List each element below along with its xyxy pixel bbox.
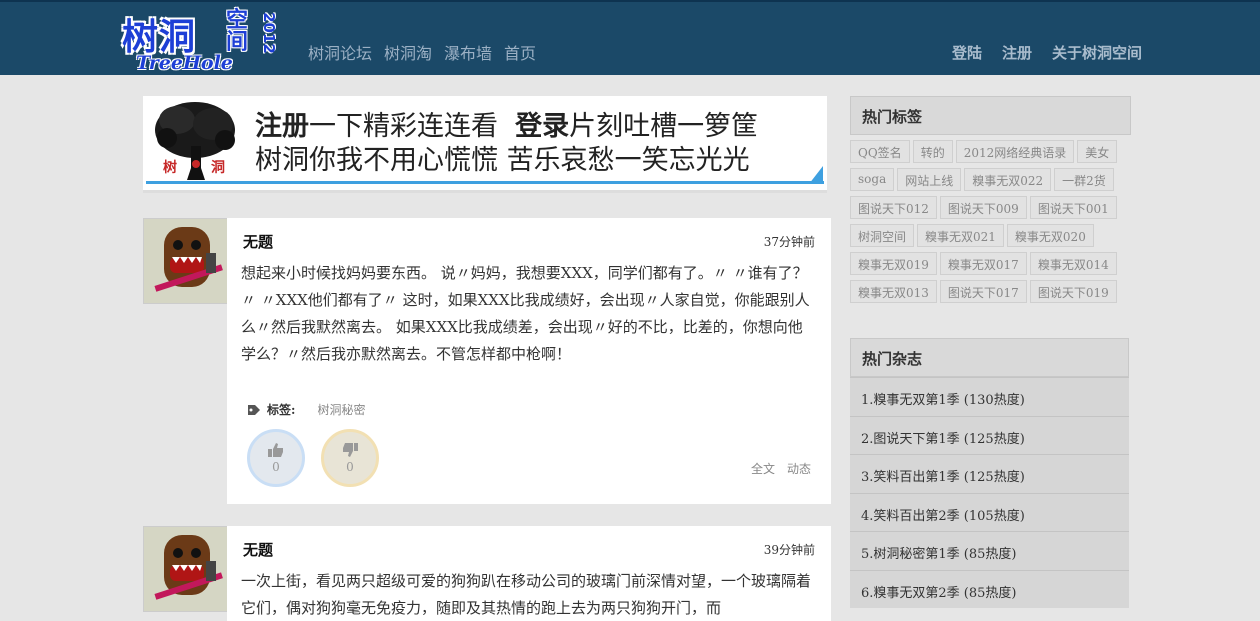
logo-kong-text: 空间 <box>226 8 249 55</box>
hot-tag[interactable]: QQ签名 <box>850 140 910 163</box>
about-link[interactable]: 关于树洞空间 <box>1052 42 1142 63</box>
avatar-domo-icon <box>144 527 228 611</box>
post-title[interactable]: 无题 <box>243 231 273 252</box>
tag-icon <box>248 404 260 415</box>
magazine-item[interactable]: 2.图说天下第1季 (125热度) <box>850 415 1129 455</box>
tag-link[interactable]: 树洞秘密 <box>317 401 365 418</box>
user-avatar[interactable] <box>143 526 229 612</box>
magazine-item[interactable]: 5.树洞秘密第1季 (85热度) <box>850 531 1129 570</box>
hot-tag[interactable]: 一群2货 <box>1054 168 1114 191</box>
magazine-item[interactable]: 3.笑料百出第1季 (125热度) <box>850 454 1129 493</box>
top-header: 树洞 空间 2012 TreeHole 树洞论坛 树洞淘 瀑布墙 首页 登陆 注… <box>0 0 1260 75</box>
tag-label: 标签: <box>267 403 296 417</box>
hot-tag[interactable]: 树洞空间 <box>850 224 915 247</box>
hot-tag[interactable]: 糗事无双020 <box>1006 224 1094 247</box>
hot-tag[interactable]: 糗事无双019 <box>850 252 937 275</box>
hot-tag[interactable]: 糗事无双017 <box>939 252 1027 275</box>
logo-english-text: TreeHole <box>136 52 233 74</box>
post-item: 无题 39分钟前 一次上街，看见两只超级可爱的狗狗趴在移动公司的玻璃门前深情对望… <box>143 526 831 621</box>
tree-illustration: 树 洞 <box>155 102 235 180</box>
hot-tag[interactable]: 图说天下017 <box>939 280 1027 303</box>
banner-line-2: 树洞你我不用心慌慌 苦乐哀愁一笑忘光光 <box>255 145 750 176</box>
magazine-item[interactable]: 4.笑料百出第2季 (105热度) <box>850 492 1129 532</box>
hot-tag[interactable]: 糗事无双014 <box>1029 252 1117 275</box>
magazine-item[interactable]: 6.糗事无双第2季 (85热度) <box>850 569 1129 609</box>
post-actions: 全文 动态 <box>751 460 811 477</box>
site-logo[interactable]: 树洞 空间 2012 TreeHole <box>120 8 278 75</box>
tree-label-right: 洞 <box>211 160 225 176</box>
nav-home[interactable]: 首页 <box>504 40 536 64</box>
logo-year-text: 2012 <box>259 12 278 54</box>
account-nav: 登陆 注册 关于树洞空间 <box>952 42 1142 63</box>
hot-tag[interactable]: 转的 <box>912 140 953 163</box>
banner-stripe <box>146 181 824 184</box>
downvote-count: 0 <box>346 460 354 474</box>
avatar-domo-icon <box>144 219 228 303</box>
post-body: 一次上街，看见两只超级可爱的狗狗趴在移动公司的玻璃门前深情对望，一个玻璃隔着它们… <box>241 572 812 617</box>
upvote-count: 0 <box>272 460 280 474</box>
register-link[interactable]: 注册 <box>1002 42 1032 63</box>
hot-tag[interactable]: 图说天下019 <box>1029 280 1117 303</box>
magazine-item[interactable]: 1.糗事无双第1季 (130热度) <box>850 377 1129 416</box>
hot-magazines-list: 1.糗事无双第1季 (130热度) 2.图说天下第1季 (125热度) 3.笑料… <box>850 377 1129 608</box>
hot-magazines-title: 热门杂志 <box>850 338 1129 377</box>
activity-link[interactable]: 动态 <box>787 460 811 477</box>
thumbs-up-icon <box>268 443 283 457</box>
hot-tag[interactable]: 糗事无双022 <box>964 168 1052 191</box>
hot-tags-panel: 热门标签 <box>850 96 1131 135</box>
nav-shop[interactable]: 树洞淘 <box>384 40 432 64</box>
post-time: 37分钟前 <box>763 235 815 249</box>
nav-forum[interactable]: 树洞论坛 <box>308 40 372 64</box>
login-link[interactable]: 登陆 <box>952 42 982 63</box>
banner-corner <box>809 166 823 184</box>
hot-tag[interactable]: 美女 <box>1077 140 1118 163</box>
hot-tag[interactable]: 糗事无双021 <box>917 224 1004 247</box>
hot-tag[interactable]: soga <box>850 168 895 191</box>
post-time: 39分钟前 <box>763 543 815 557</box>
thumbs-down-icon <box>343 443 358 457</box>
hot-tag[interactable]: 网站上线 <box>897 168 962 191</box>
user-avatar[interactable] <box>143 218 229 304</box>
promo-banner[interactable]: 树 洞 注册一下精彩连连看 登录片刻吐槽一箩筐 树洞你我不用心慌慌 苦乐哀愁一笑… <box>143 96 827 193</box>
downvote-button[interactable]: 0 <box>321 429 379 487</box>
upvote-button[interactable]: 0 <box>247 429 305 487</box>
hot-tag[interactable]: 2012网络经典语录 <box>955 140 1075 163</box>
hot-magazines-panel: 热门杂志 1.糗事无双第1季 (130热度) 2.图说天下第1季 (125热度)… <box>850 338 1129 608</box>
main-nav: 树洞论坛 树洞淘 瀑布墙 首页 <box>308 40 536 64</box>
post-item: 无题 37分钟前 想起来小时候找妈妈要东西。 说〃妈妈，我想要XXX，同学们都有… <box>143 218 831 504</box>
hot-tags-title: 热门标签 <box>850 96 1131 135</box>
post-title[interactable]: 无题 <box>243 539 273 560</box>
post-card: 无题 39分钟前 一次上街，看见两只超级可爱的狗狗趴在移动公司的玻璃门前深情对望… <box>227 526 831 621</box>
post-body: 想起来小时候找妈妈要东西。 说〃妈妈，我想要XXX，同学们都有了。〃 〃谁有了？… <box>241 264 810 363</box>
hot-tag[interactable]: 糗事无双013 <box>850 280 937 303</box>
post-tags: 标签: 树洞秘密 <box>247 401 365 418</box>
read-full-link[interactable]: 全文 <box>751 460 775 477</box>
tree-label-left: 树 <box>163 159 177 176</box>
hot-tags-list: QQ签名 转的 2012网络经典语录 美女 soga 网站上线 糗事无双022 … <box>850 140 1135 303</box>
hot-tag[interactable]: 图说天下001 <box>1029 196 1117 219</box>
post-card: 无题 37分钟前 想起来小时候找妈妈要东西。 说〃妈妈，我想要XXX，同学们都有… <box>227 218 831 504</box>
hot-tag[interactable]: 图说天下012 <box>850 196 937 219</box>
nav-waterfall[interactable]: 瀑布墙 <box>444 40 492 64</box>
hot-tag[interactable]: 图说天下009 <box>939 196 1027 219</box>
